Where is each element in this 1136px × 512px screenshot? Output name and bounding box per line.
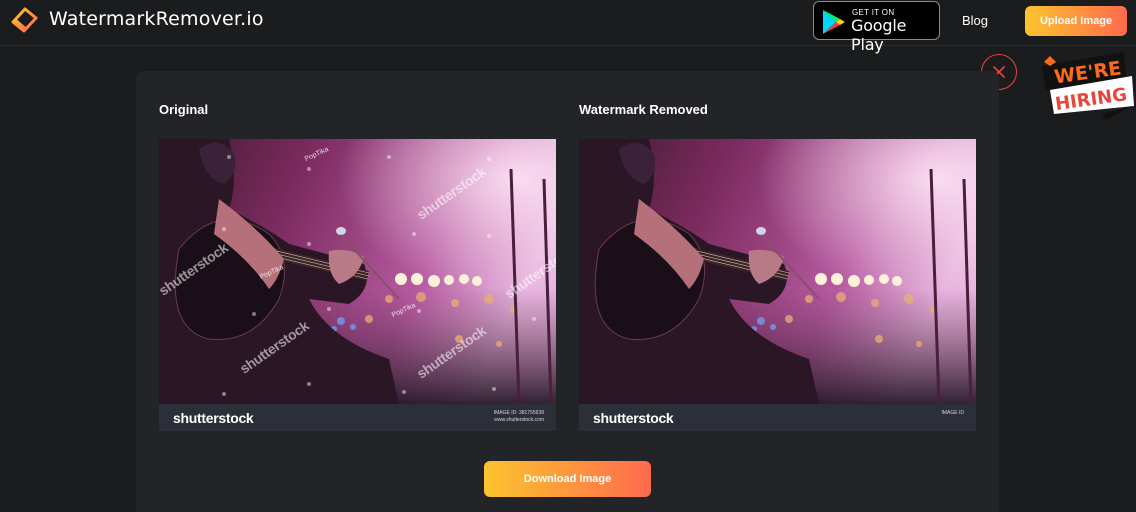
footer-brand: shutterstock	[593, 410, 674, 426]
footer-meta: IMAGE ID	[941, 410, 964, 417]
image-footer-strip: shutterstock IMAGE ID: 381755638 www.shu…	[159, 404, 556, 431]
footer-meta: IMAGE ID: 381755638 www.shutterstock.com	[494, 410, 544, 424]
footer-meta-line2: www.shutterstock.com	[494, 417, 544, 423]
eraser-logo-icon	[8, 7, 38, 34]
guitarist-photo-clean	[579, 139, 976, 404]
image-footer-strip: shutterstock IMAGE ID	[579, 404, 976, 431]
blog-link[interactable]: Blog	[962, 13, 988, 28]
google-play-badge[interactable]: GET IT ON Google Play	[813, 1, 940, 54]
original-label: Original	[159, 102, 209, 117]
top-navigation-bar: WatermarkRemover.io GET IT ON Google Pla…	[0, 0, 1136, 54]
hiring-badge[interactable]: WE'RE HIRING	[1040, 48, 1136, 122]
watermark-removed-label: Watermark Removed	[579, 102, 708, 117]
download-image-button[interactable]: Download Image	[484, 461, 651, 497]
upload-image-button[interactable]: Upload Image	[1025, 6, 1127, 36]
google-play-big-text: Google Play	[851, 16, 907, 54]
watermark-removed-image: shutterstock IMAGE ID	[579, 139, 976, 431]
hiring-badge-graphic: WE'RE HIRING	[1042, 52, 1134, 120]
guitarist-photo	[159, 139, 556, 404]
google-play-icon	[823, 10, 845, 34]
footer-brand: shutterstock	[173, 410, 254, 426]
brand-logo[interactable]: WatermarkRemover.io	[7, 4, 264, 34]
footer-meta-line1: IMAGE ID	[941, 410, 964, 416]
footer-meta-line1: IMAGE ID: 381755638	[493, 410, 544, 416]
brand-name: WatermarkRemover.io	[49, 8, 264, 30]
original-image: shutterstock shutterstock shutterstock s…	[159, 139, 556, 431]
